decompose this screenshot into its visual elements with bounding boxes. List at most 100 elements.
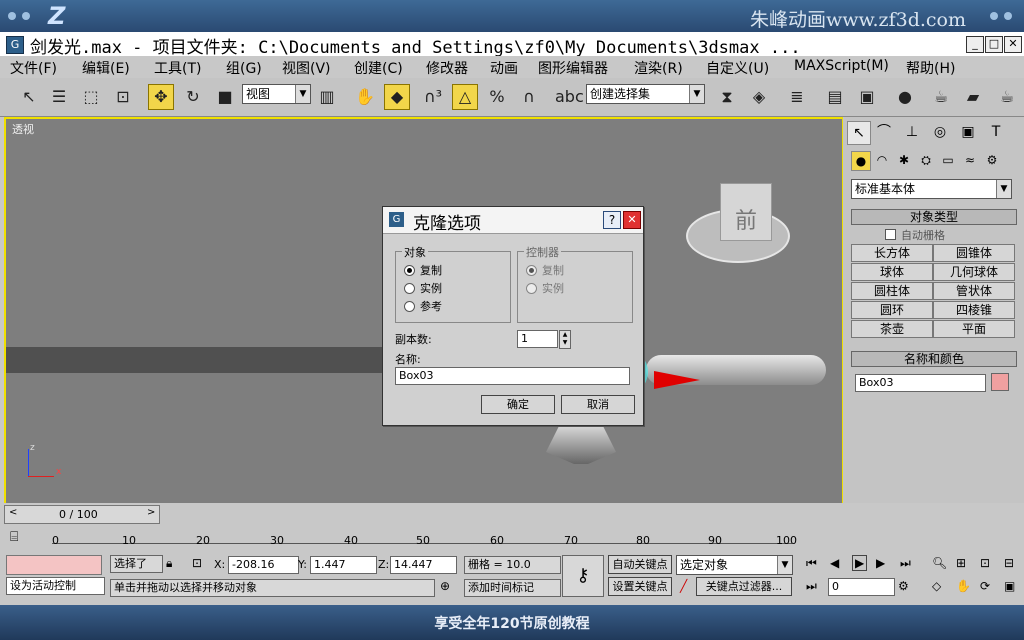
dialog-close-button[interactable]: ✕ [623,211,641,229]
object-color-swatch[interactable] [991,373,1009,391]
radio-controller-copy[interactable] [526,265,537,276]
y-coord-field[interactable]: 1.447 [310,556,377,574]
viewport-label[interactable]: 透视 [12,121,34,137]
radio-reference-label[interactable]: 参考 [420,298,442,314]
menu-animation[interactable]: 动画 [490,58,518,78]
zoom-icon[interactable]: 🔍︎ [932,556,947,570]
percent-snap-icon[interactable]: % [484,84,510,110]
radio-reference[interactable] [404,301,415,312]
display-tab-icon[interactable]: ▣ [957,121,979,143]
menu-view[interactable]: 视图(V) [282,58,331,78]
set-active-viewport[interactable]: 设为活动控制 [6,577,105,595]
prev-key-icon[interactable]: ◀ [830,556,839,570]
menu-graph-editors[interactable]: 图形编辑器 [538,58,608,78]
menu-create[interactable]: 创建(C) [354,58,403,78]
maximize-button[interactable]: □ [985,36,1003,53]
sphere-button[interactable]: 球体 [851,263,933,281]
orbit-icon[interactable]: ⟳ [980,579,990,593]
angle-snap-icon[interactable]: △ [452,84,478,110]
utilities-tab-icon[interactable]: T [985,121,1007,143]
move-icon[interactable]: ✥ [148,84,174,110]
goto-start-icon[interactable]: ⏮ [806,556,817,571]
menu-edit[interactable]: 编辑(E) [82,58,130,78]
copies-spinner[interactable]: 1 [517,330,558,348]
pan-icon[interactable]: ✋ [956,579,971,593]
cylinder-button[interactable]: 圆柱体 [851,282,933,300]
viewcube-front[interactable]: 前 [720,183,772,241]
fov-icon[interactable]: ◇ [932,579,941,593]
mirror-icon[interactable]: ⧗ [714,84,740,110]
pyramid-button[interactable]: 四棱锥 [933,301,1015,319]
lock-icon[interactable]: 🔒︎ [166,556,172,571]
schematic-view-icon[interactable]: ▣ [854,84,880,110]
keyboard-shortcut-icon[interactable]: ◆ [384,84,410,110]
named-selection-set-select[interactable]: 创建选择集 ▼ [586,84,705,104]
zoom-extents-all-icon[interactable]: ⊟ [1004,556,1014,570]
material-editor-icon[interactable]: ● [892,84,918,110]
rotate-icon[interactable]: ↻ [180,84,206,110]
box-button[interactable]: 长方体 [851,244,933,262]
select-by-name-icon[interactable]: ☰ [46,84,72,110]
object-name-input[interactable]: Box03 [855,374,986,392]
time-tag-icon[interactable]: ⊕ [440,579,450,593]
key-mode-select[interactable]: 选定对象 ▼ [676,555,793,575]
render-frame-icon[interactable]: ▰ [960,84,986,110]
name-input[interactable]: Box03 [395,367,630,385]
ok-button[interactable]: 确定 [481,395,555,414]
geometry-icon[interactable]: ● [851,151,871,171]
next-frame-icon[interactable]: > [147,507,155,518]
align-icon[interactable]: ◈ [746,84,772,110]
reference-coord-select[interactable]: 视图 ▼ [242,84,311,104]
render-setup-icon[interactable]: ☕ [928,84,954,110]
edit-named-sets-icon[interactable]: abc [554,84,584,110]
systems-icon[interactable]: ⚙ [983,151,1001,169]
goto-end-icon[interactable]: ⏭ [900,556,911,571]
x-coord-field[interactable]: -208.16 [228,556,299,574]
name-color-rollout[interactable]: 名称和颜色 [851,351,1017,367]
manipulate-icon[interactable]: ✋ [352,84,378,110]
cone-button[interactable]: 圆锥体 [933,244,1015,262]
auto-key-button[interactable]: 自动关键点 [608,555,672,574]
zoom-all-icon[interactable]: ⊞ [956,556,966,570]
radio-instance[interactable] [404,283,415,294]
menu-modifiers[interactable]: 修改器 [426,58,468,78]
modify-tab-icon[interactable]: ⌒ [873,121,895,143]
track-bar-menu-icon[interactable]: ⌸ [10,529,18,545]
maximize-viewport-icon[interactable]: ▣ [1004,579,1015,593]
hierarchy-tab-icon[interactable]: ⊥ [901,121,923,143]
close-button[interactable]: ✕ [1004,36,1022,53]
menu-customize[interactable]: 自定义(U) [706,58,769,78]
geometry-category-select[interactable]: 标准基本体 ▼ [851,179,1012,199]
teapot-button[interactable]: 茶壶 [851,320,933,338]
z-coord-field[interactable]: 14.447 [390,556,457,574]
key-filter-icon[interactable]: ╱ [680,579,687,593]
select-icon[interactable]: ↖ [16,84,42,110]
lights-icon[interactable]: ✱ [895,151,913,169]
torus-button[interactable]: 圆环 [851,301,933,319]
radio-copy-label[interactable]: 复制 [420,262,442,278]
autogrid-checkbox[interactable] [885,229,896,240]
radio-copy[interactable] [404,265,415,276]
add-time-tag[interactable]: 添加时间标记 [464,579,561,597]
window-crossing-icon[interactable]: ⊡ [110,84,136,110]
menu-maxscript[interactable]: MAXScript(M) [794,58,889,74]
cameras-icon[interactable]: ⛭ [917,151,935,169]
region-select-icon[interactable]: ⬚ [78,84,104,110]
tube-button[interactable]: 管状体 [933,282,1015,300]
layer-manager-icon[interactable]: ≣ [784,84,810,110]
key-filters-button[interactable]: 关键点过滤器... [696,577,792,596]
spinner-arrows-icon[interactable]: ▲ ▼ [559,330,571,349]
key-mode-icon[interactable]: ⏭ [806,579,817,594]
minimize-button[interactable]: _ [966,36,984,53]
radio-instance-label[interactable]: 实例 [420,280,442,296]
geosphere-button[interactable]: 几何球体 [933,263,1015,281]
quick-render-icon[interactable]: ☕ [994,84,1020,110]
cancel-button[interactable]: 取消 [561,395,635,414]
next-key-icon[interactable]: ▶ [876,556,885,570]
key-icon[interactable]: ⚷ [562,555,604,597]
scale-icon[interactable]: ■ [212,84,238,110]
spinner-snap-icon[interactable]: ∩ [516,84,542,110]
menu-help[interactable]: 帮助(H) [906,58,955,78]
space-warps-icon[interactable]: ≈ [961,151,979,169]
radio-controller-instance[interactable] [526,283,537,294]
